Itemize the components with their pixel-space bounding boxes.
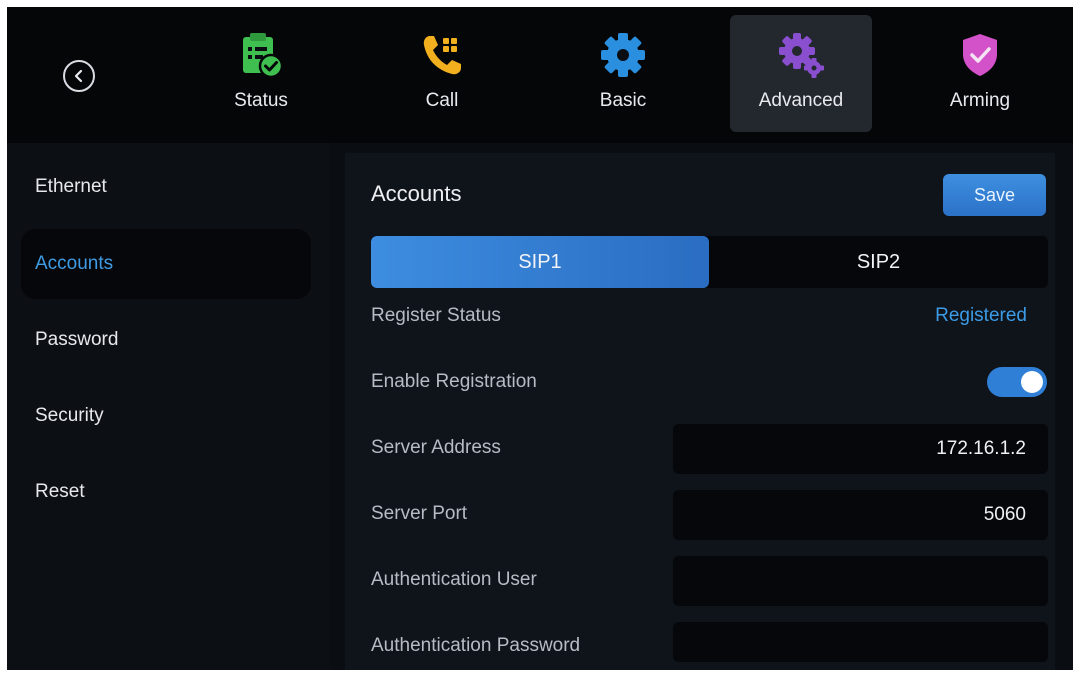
- nav-tab-label: Call: [425, 90, 459, 111]
- server-port-field[interactable]: 5060: [673, 490, 1048, 540]
- enable-registration-toggle[interactable]: [987, 367, 1047, 397]
- auth-password-field[interactable]: [673, 622, 1048, 662]
- enable-registration-label: Enable Registration: [371, 371, 537, 392]
- register-status-value: Registered: [935, 305, 1027, 326]
- nav-tab-label: Arming: [949, 90, 1011, 111]
- arming-icon: [963, 34, 997, 76]
- nav-tab-advanced[interactable]: Advanced: [730, 15, 872, 132]
- auth-user-label: Authentication User: [371, 569, 537, 590]
- call-icon: [423, 36, 461, 75]
- sidebar: Ethernet Accounts Password Security Rese…: [7, 143, 329, 670]
- sidebar-item-ethernet[interactable]: Ethernet: [21, 152, 311, 222]
- accounts-panel: Accounts Save SIP1 SIP2 Register Status …: [345, 153, 1055, 670]
- sip-segmented-control: SIP1 SIP2: [371, 236, 1048, 288]
- sidebar-item-password[interactable]: Password: [21, 305, 311, 375]
- sidebar-item-label: Security: [35, 405, 104, 426]
- tab-sip2[interactable]: SIP2: [709, 236, 1048, 288]
- nav-tab-status[interactable]: Status: [190, 15, 332, 132]
- sidebar-item-label: Ethernet: [35, 176, 107, 197]
- page-title: Accounts: [371, 181, 462, 206]
- toggle-knob: [1021, 371, 1043, 393]
- back-button[interactable]: [63, 60, 95, 92]
- save-button[interactable]: Save: [943, 174, 1046, 216]
- server-address-label: Server Address: [371, 437, 501, 458]
- nav-tab-call[interactable]: Call: [371, 15, 513, 132]
- sidebar-item-label: Reset: [35, 481, 85, 502]
- sidebar-item-reset[interactable]: Reset: [21, 457, 311, 527]
- nav-tab-label: Status: [234, 90, 288, 111]
- auth-password-label: Authentication Password: [371, 635, 581, 656]
- top-nav-bar: Status Call Basic Advanced Arming: [7, 7, 1073, 143]
- nav-tab-label: Basic: [599, 90, 647, 111]
- sidebar-item-accounts[interactable]: Accounts: [21, 229, 311, 299]
- back-icon: [74, 69, 83, 83]
- sidebar-item-label: Accounts: [35, 253, 114, 274]
- auth-user-field[interactable]: [673, 556, 1048, 606]
- nav-tab-label: Advanced: [758, 90, 844, 111]
- advanced-icon: [779, 33, 824, 78]
- status-icon: [243, 33, 284, 79]
- sidebar-item-security[interactable]: Security: [21, 381, 311, 451]
- nav-tab-arming[interactable]: Arming: [909, 15, 1051, 132]
- nav-tab-basic[interactable]: Basic: [552, 15, 694, 132]
- basic-icon: [601, 33, 645, 77]
- register-status-label: Register Status: [371, 305, 501, 326]
- server-address-field[interactable]: 172.16.1.2: [673, 424, 1048, 474]
- sidebar-item-label: Password: [35, 329, 119, 350]
- tab-sip1[interactable]: SIP1: [371, 236, 709, 288]
- server-port-label: Server Port: [371, 503, 468, 524]
- settings-screen: Status Call Basic Advanced Arming Ethern…: [7, 7, 1073, 670]
